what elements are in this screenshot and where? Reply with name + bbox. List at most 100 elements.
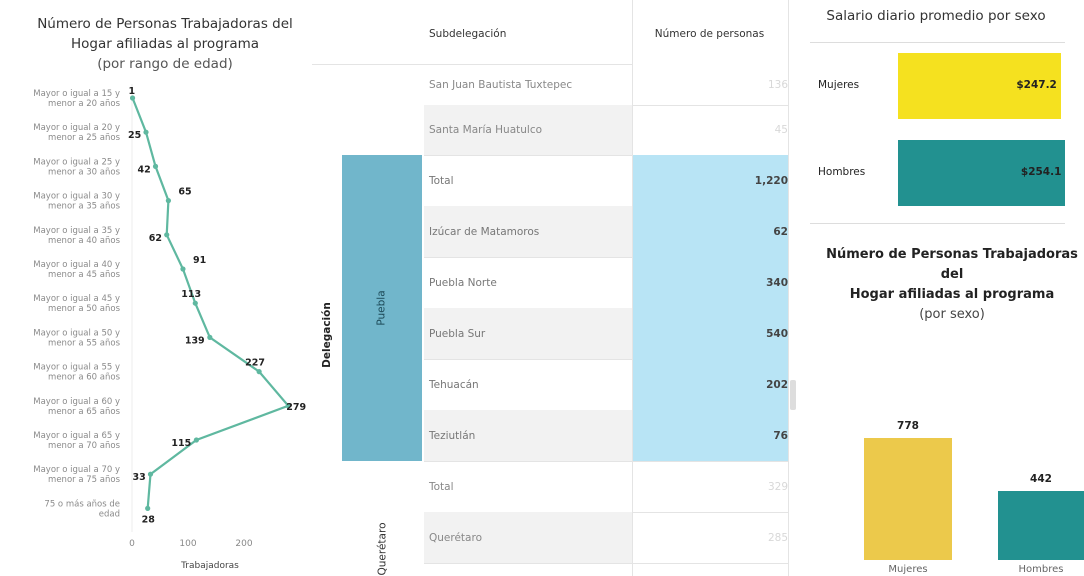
data-label: 62 bbox=[149, 233, 162, 244]
header-numero-personas[interactable]: Número de personas bbox=[632, 0, 787, 68]
age-point bbox=[145, 505, 151, 511]
sex-bar-value: 778 bbox=[897, 419, 919, 432]
y-tick-label: Mayor o igual a 45 y bbox=[33, 294, 120, 304]
y-tick-label: Mayor o igual a 65 y bbox=[33, 431, 120, 441]
table-cell-numero[interactable]: 202 bbox=[633, 359, 796, 410]
row-divider bbox=[424, 563, 788, 564]
y-tick-label: menor a 40 años bbox=[48, 236, 121, 246]
age-point bbox=[192, 300, 198, 306]
y-tick-label: Mayor o igual a 15 y bbox=[33, 89, 120, 99]
table-cell-subdelegacion[interactable]: Izúcar de Matamoros bbox=[429, 206, 629, 257]
sex-bar-mujeres[interactable] bbox=[864, 437, 952, 560]
age-point bbox=[193, 437, 199, 443]
table-cell-subdelegacion[interactable]: San Juan Bautista Tuxtepec bbox=[429, 65, 629, 105]
y-tick-label: menor a 45 años bbox=[48, 270, 121, 280]
header-subdelegacion[interactable]: Subdelegación bbox=[429, 0, 629, 68]
data-label: 139 bbox=[185, 335, 205, 346]
data-label: 42 bbox=[138, 164, 151, 175]
table-cell-subdelegacion[interactable]: Querétaro bbox=[429, 512, 629, 563]
salary-chart-title: Salario diario promedio por sexo bbox=[826, 8, 1046, 24]
delegation-table: Subdelegación Número de personas San Jua… bbox=[312, 0, 796, 576]
sex-chart-title-line1: Número de Personas Trabajadoras del bbox=[826, 247, 1078, 282]
table-cell-numero[interactable]: 1,220 bbox=[633, 155, 796, 206]
sex-bar-category: Mujeres bbox=[888, 564, 928, 575]
y-tick-label: menor a 50 años bbox=[48, 304, 121, 314]
sex-bar-value: 442 bbox=[1030, 472, 1052, 485]
y-tick-label: menor a 25 años bbox=[48, 133, 121, 143]
age-point bbox=[165, 198, 171, 204]
age-point bbox=[180, 266, 186, 272]
age-chart-title-line2: Hogar afiliadas al programa bbox=[70, 36, 260, 52]
table-cell-subdelegacion[interactable]: Puebla Sur bbox=[429, 308, 629, 359]
salary-value-label: $247.2 bbox=[1016, 79, 1057, 91]
delegacion-label: Delegación bbox=[321, 302, 334, 368]
y-tick-label: 75 o más años de bbox=[44, 499, 120, 509]
group-puebla[interactable]: Puebla bbox=[342, 155, 422, 461]
x-axis-title: Trabajadoras bbox=[180, 561, 239, 571]
group-queretaro-label: Querétaro bbox=[376, 522, 388, 575]
table-cell-numero[interactable]: 540 bbox=[633, 308, 796, 359]
salary-chart-divider bbox=[810, 223, 1065, 224]
data-label: 65 bbox=[178, 187, 191, 198]
age-point bbox=[256, 369, 262, 375]
age-point bbox=[164, 232, 170, 238]
table-cell-numero[interactable]: 285 bbox=[633, 512, 796, 563]
table-cell-numero[interactable]: 340 bbox=[633, 257, 796, 308]
age-line-chart[interactable]: 1 Mayor o igual a 15 ymenor a 20 años 25 Ma… bbox=[0, 80, 310, 576]
age-chart-subtitle: (por rango de edad) bbox=[97, 56, 233, 72]
table-cell-subdelegacion[interactable]: Total bbox=[429, 461, 629, 512]
table-cell-numero[interactable]: 76 bbox=[633, 410, 796, 461]
y-tick-label: Mayor o igual a 50 y bbox=[33, 328, 120, 338]
y-tick-label: Mayor o igual a 25 y bbox=[33, 157, 120, 167]
group-puebla-label: Puebla bbox=[376, 290, 388, 326]
y-tick-label: Mayor o igual a 60 y bbox=[33, 397, 120, 407]
y-tick-label: menor a 30 años bbox=[48, 167, 121, 177]
table-cell-subdelegacion[interactable]: Teziutlán bbox=[429, 410, 629, 461]
table-cell-subdelegacion[interactable]: Tehuacán bbox=[429, 359, 629, 410]
sex-bar-hombres[interactable] bbox=[998, 490, 1084, 560]
salary-title-divider bbox=[810, 42, 1065, 43]
table-cell-subdelegacion[interactable]: Puebla Norte bbox=[429, 257, 629, 308]
data-label: 115 bbox=[171, 438, 191, 449]
group-queretaro[interactable]: Querétaro bbox=[342, 461, 422, 576]
age-chart-title-line1: Número de Personas Trabajadoras del bbox=[37, 16, 293, 32]
x-tick-label: 100 bbox=[179, 539, 196, 549]
y-tick-label: menor a 20 años bbox=[48, 99, 121, 109]
y-tick-label: Mayor o igual a 70 y bbox=[33, 465, 120, 475]
data-label: 28 bbox=[142, 514, 156, 525]
y-tick-label: Mayor o igual a 30 y bbox=[33, 192, 120, 202]
y-tick-label: menor a 65 años bbox=[48, 407, 121, 417]
table-cell-numero[interactable]: 62 bbox=[633, 206, 796, 257]
y-tick-label: edad bbox=[99, 509, 120, 519]
age-point bbox=[207, 334, 213, 340]
age-point bbox=[147, 471, 154, 477]
data-label: 113 bbox=[181, 289, 201, 300]
y-tick-label: menor a 35 años bbox=[48, 202, 121, 212]
x-tick-label: 200 bbox=[235, 539, 252, 549]
y-tick-label: menor a 55 años bbox=[48, 338, 121, 348]
table-cell-numero[interactable]: 329 bbox=[633, 461, 796, 512]
y-tick-label: menor a 75 años bbox=[48, 475, 121, 485]
data-label: 33 bbox=[132, 472, 145, 483]
salary-value-label: $254.1 bbox=[1020, 166, 1062, 178]
age-chart-title: Número de Personas Trabajadoras del Hoga… bbox=[20, 14, 310, 74]
y-tick-label: Mayor o igual a 40 y bbox=[33, 260, 120, 270]
sex-bar-category: Hombres bbox=[1018, 564, 1064, 575]
table-cell-numero[interactable]: 45 bbox=[633, 105, 796, 155]
data-label: 25 bbox=[128, 130, 141, 141]
table-cell-subdelegacion[interactable]: Santa María Huatulco bbox=[429, 105, 629, 155]
y-tick-label: menor a 70 años bbox=[48, 441, 121, 451]
y-tick-label: Mayor o igual a 55 y bbox=[33, 363, 120, 373]
salary-category-label: Hombres bbox=[818, 166, 866, 178]
sex-chart-title-line2: Hogar afiliadas al programa bbox=[849, 287, 1055, 302]
table-cell-subdelegacion[interactable]: Total bbox=[429, 155, 629, 206]
y-tick-label: menor a 60 años bbox=[48, 373, 121, 383]
sex-chart-title: Número de Personas Trabajadoras del Hoga… bbox=[820, 245, 1084, 325]
age-series-line bbox=[131, 97, 291, 509]
table-scrollbar[interactable] bbox=[790, 380, 796, 410]
delegacion-header: Delegación bbox=[312, 155, 342, 515]
data-label: 279 bbox=[286, 402, 306, 413]
age-point bbox=[152, 163, 159, 169]
table-cell-numero[interactable]: 136 bbox=[633, 65, 796, 105]
y-tick-label: Mayor o igual a 35 y bbox=[33, 226, 120, 236]
